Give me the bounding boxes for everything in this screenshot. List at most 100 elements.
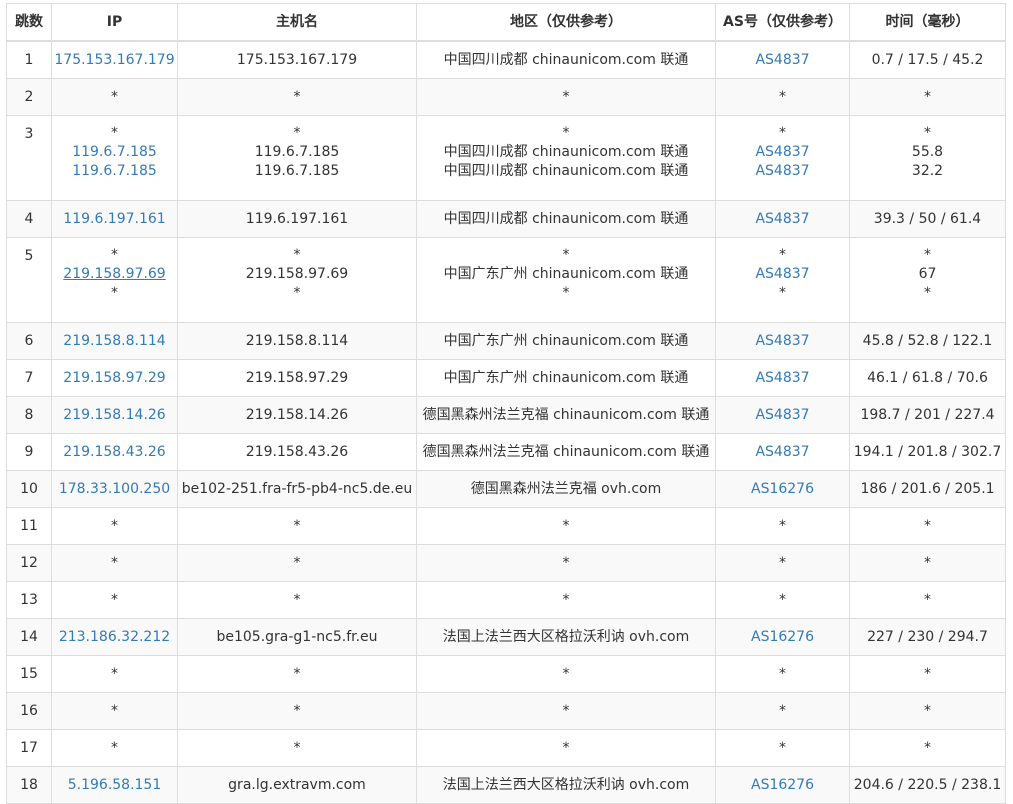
time-cell: * <box>849 581 1006 619</box>
region-value: 中国广东广州 chinaunicom.com 联通 <box>443 332 689 349</box>
ip-link[interactable]: 219.158.14.26 <box>52 406 177 425</box>
ip-value: * <box>111 554 118 571</box>
ip-cell: * <box>51 507 178 545</box>
time-value: 55.8 <box>911 144 944 160</box>
as-number-link[interactable]: AS4837 <box>716 162 849 181</box>
as-number-cell: AS4837 <box>715 396 850 434</box>
as-number-cell: AS4837 <box>715 322 850 360</box>
ip-value: * <box>111 88 118 105</box>
header-region: 地区（仅供参考） <box>416 3 716 42</box>
as-number-cell: * <box>715 581 850 619</box>
ip-link[interactable]: 219.158.43.26 <box>52 443 177 462</box>
hop-number-cell: 11 <box>6 507 52 545</box>
time-value: * <box>924 517 931 534</box>
hop-number-cell: 2 <box>6 78 52 116</box>
as-number-link[interactable]: AS4837 <box>716 51 849 70</box>
header-hop: 跳数 <box>6 3 52 42</box>
hostname-cell: * <box>177 507 417 545</box>
region-value: * <box>562 554 570 571</box>
ip-link[interactable]: 213.186.32.212 <box>52 628 177 647</box>
as-number-link[interactable]: AS16276 <box>716 480 849 499</box>
region-value: * <box>562 739 570 756</box>
as-number-link[interactable]: AS4837 <box>716 332 849 351</box>
table-row: 5 * 219.158.97.69 * * 219.158.97.69 * * 中国广东广州 c… <box>6 237 1006 323</box>
host-value: 175.153.167.179 <box>236 51 358 68</box>
as-number-cell: * <box>715 655 850 693</box>
region-value: 德国黑森州法兰克福 chinaunicom.com 联通 <box>422 406 710 423</box>
table-row: 1 175.153.167.179 175.153.167.179 中国四川成都 ch… <box>6 40 1006 79</box>
as-number-cell: AS4837 <box>715 40 850 79</box>
as-number-link[interactable]: AS16276 <box>716 776 849 795</box>
host-value: 219.158.8.114 <box>245 332 349 349</box>
region-cell: 德国黑森州法兰克福 chinaunicom.com 联通 <box>416 396 716 434</box>
host-value: gra.lg.extravm.com <box>228 776 366 793</box>
ip-link[interactable]: 219.158.8.114 <box>52 332 177 351</box>
region-value: 德国黑森州法兰克福 ovh.com <box>470 480 662 497</box>
as-number-link[interactable]: AS4837 <box>716 406 849 425</box>
ip-value: * <box>111 665 118 682</box>
time-cell: * 67 * <box>849 237 1006 323</box>
as-number-cell: * <box>715 507 850 545</box>
hostname-cell: 219.158.8.114 <box>177 322 417 360</box>
time-value: * <box>924 125 931 141</box>
time-cell: * <box>849 507 1006 545</box>
as-number-cell: AS16276 <box>715 618 850 656</box>
ip-cell: * 119.6.7.185 119.6.7.185 <box>51 115 178 201</box>
region-value: * <box>562 88 570 105</box>
as-number-link[interactable]: AS4837 <box>716 143 849 162</box>
time-cell: 194.1 / 201.8 / 302.7 <box>849 433 1006 471</box>
time-value: 194.1 / 201.8 / 302.7 <box>853 443 1002 460</box>
region-value: * <box>562 591 570 608</box>
region-value: 中国四川成都 chinaunicom.com 联通 <box>443 144 689 160</box>
region-value: * <box>562 285 570 301</box>
ip-link[interactable]: 178.33.100.250 <box>52 480 177 499</box>
ip-cell: 219.158.14.26 <box>51 396 178 434</box>
region-cell: 法国上法兰西大区格拉沃利讷 ovh.com <box>416 766 716 804</box>
table-row: 3 * 119.6.7.185 119.6.7.185 * 119.6.7.185 119.… <box>6 115 1006 201</box>
as-number-link[interactable]: AS4837 <box>716 443 849 462</box>
time-cell: * <box>849 729 1006 767</box>
as-number-link[interactable]: AS4837 <box>716 210 849 229</box>
table-row: 14 213.186.32.212 be105.gra-g1-nc5.fr.eu 法国… <box>6 618 1006 656</box>
ip-link[interactable]: 5.196.58.151 <box>52 776 177 795</box>
time-value: * <box>924 702 931 719</box>
time-cell: * 55.8 32.2 <box>849 115 1006 201</box>
ip-link[interactable]: 219.158.97.69 <box>52 265 177 284</box>
ip-link[interactable]: 119.6.7.185 <box>52 143 177 162</box>
as-value: * <box>779 247 786 263</box>
ip-link[interactable]: 119.6.7.185 <box>52 162 177 181</box>
region-cell: * <box>416 507 716 545</box>
ip-value: * <box>111 125 118 141</box>
time-value: * <box>924 247 931 263</box>
host-value: 219.158.14.26 <box>245 406 349 423</box>
ip-link[interactable]: 175.153.167.179 <box>52 51 177 70</box>
host-value: 219.158.97.69 <box>245 266 349 282</box>
as-number-cell: * <box>715 544 850 582</box>
hostname-cell: * 119.6.7.185 119.6.7.185 <box>177 115 417 201</box>
time-value: 45.8 / 52.8 / 122.1 <box>862 332 993 349</box>
as-number-link[interactable]: AS4837 <box>716 369 849 388</box>
as-number-link[interactable]: AS16276 <box>716 628 849 647</box>
hostname-cell: 219.158.97.29 <box>177 359 417 397</box>
ip-link[interactable]: 219.158.97.29 <box>52 369 177 388</box>
hop-number-cell: 1 <box>6 40 52 79</box>
as-number-link[interactable]: AS4837 <box>716 265 849 284</box>
region-value: * <box>562 702 570 719</box>
as-number-cell: AS4837 <box>715 433 850 471</box>
host-value: * <box>293 739 301 756</box>
time-value: 67 <box>918 266 937 282</box>
region-value: * <box>562 517 570 534</box>
hostname-cell: * <box>177 544 417 582</box>
table-row: 18 5.196.58.151 gra.lg.extravm.com 法国上法兰西大区… <box>6 766 1006 804</box>
ip-link[interactable]: 119.6.197.161 <box>52 210 177 229</box>
as-value: * <box>779 665 786 682</box>
host-value: 119.6.7.185 <box>254 163 340 179</box>
host-value: 219.158.97.29 <box>245 369 349 386</box>
table-row: 4 119.6.197.161 119.6.197.161 中国四川成都 chinau… <box>6 200 1006 238</box>
table-row: 2 * * * * * <box>6 78 1006 116</box>
hop-number-cell: 16 <box>6 692 52 730</box>
ip-value: * <box>111 739 118 756</box>
time-value: 204.6 / 220.5 / 238.1 <box>853 776 1002 793</box>
table-row: 16 * * * * * <box>6 692 1006 730</box>
time-cell: * <box>849 655 1006 693</box>
